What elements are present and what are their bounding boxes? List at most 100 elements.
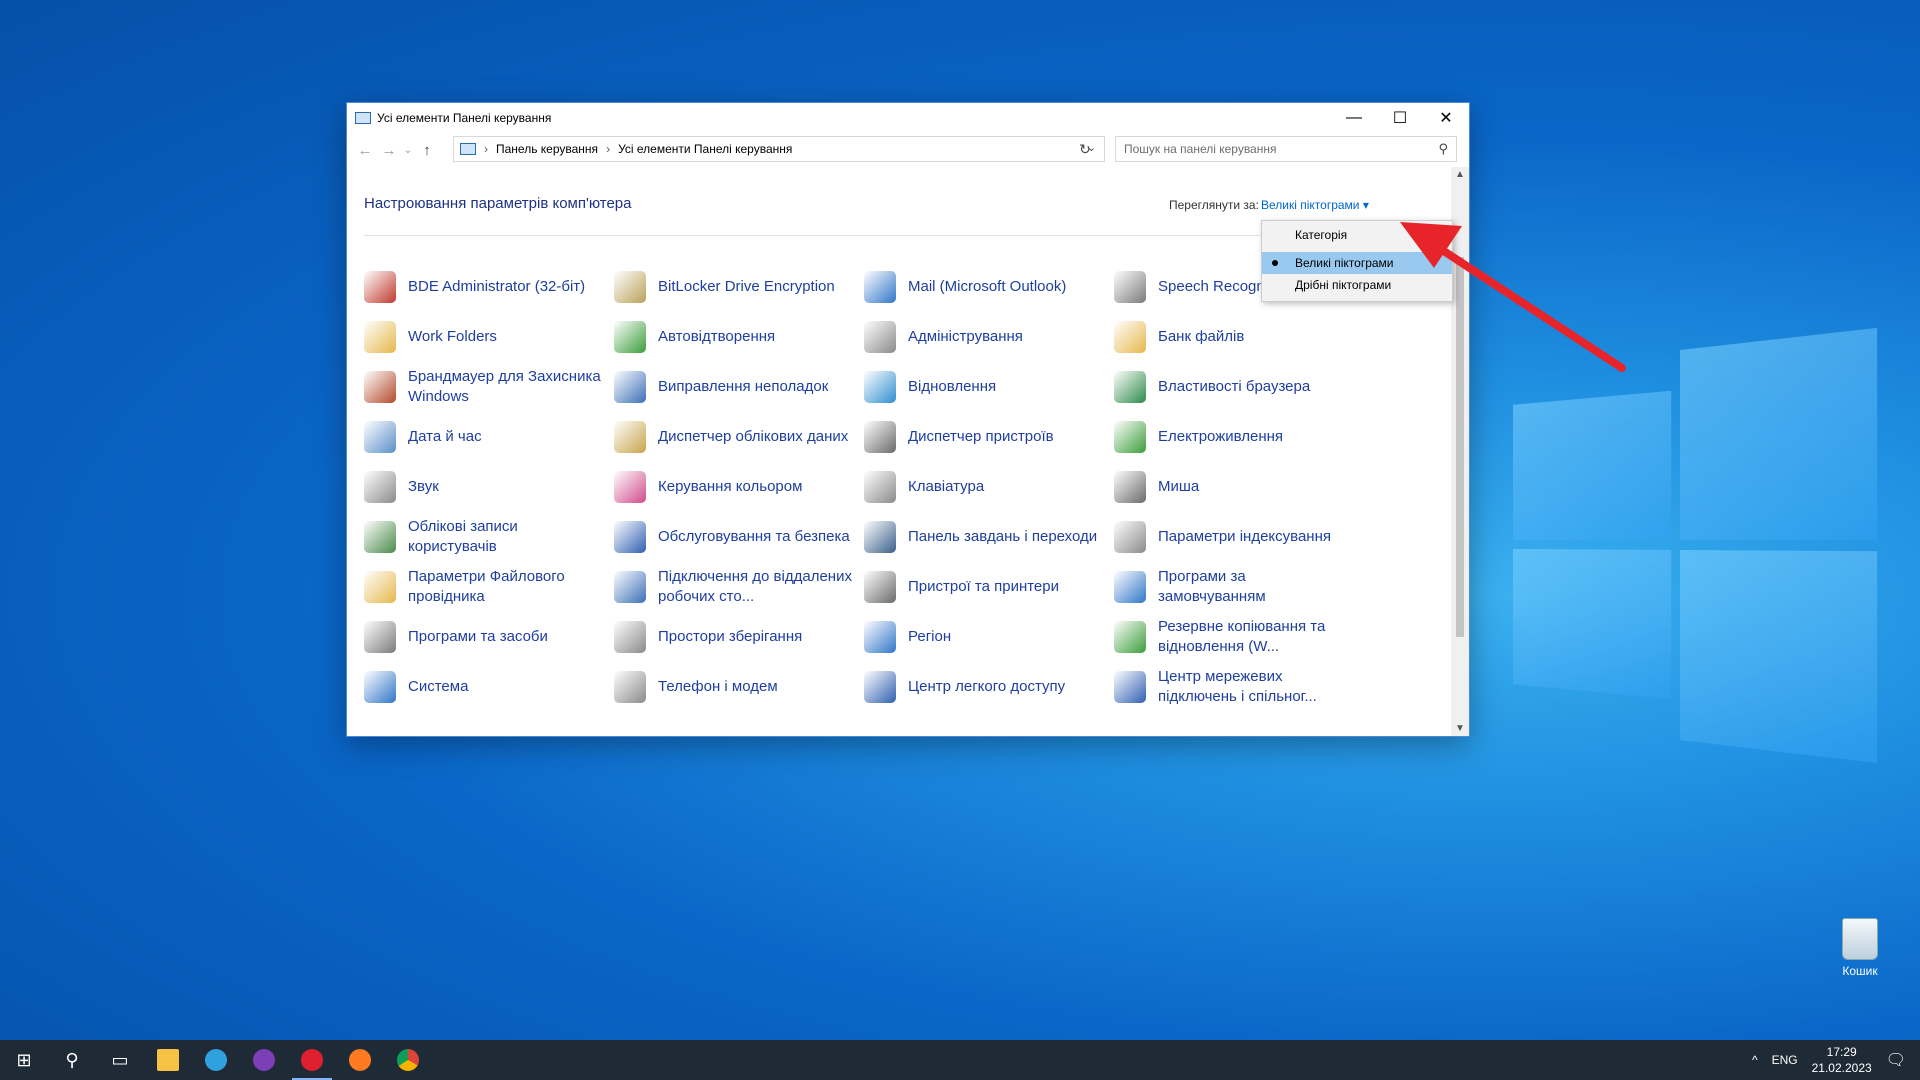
- item-label: Електроживлення: [1158, 427, 1283, 447]
- title-bar: Усі елементи Панелі керування — ☐ ✕: [347, 103, 1469, 133]
- view-by-label: Переглянути за:: [1169, 198, 1259, 212]
- control-panel-item[interactable]: Система: [364, 665, 604, 709]
- maximize-button[interactable]: ☐: [1377, 103, 1423, 133]
- recent-locations-chevron-icon[interactable]: ⌄: [401, 145, 415, 156]
- folder-icon: [364, 321, 396, 353]
- control-panel-item[interactable]: Банк файлів: [1114, 315, 1354, 359]
- control-panel-item[interactable]: Дата й час: [364, 415, 604, 459]
- control-panel-item[interactable]: Панель завдань і переходи: [864, 515, 1104, 559]
- address-bar[interactable]: › Панель керування › Усі елементи Панелі…: [453, 136, 1105, 162]
- control-panel-item[interactable]: Підключення до віддалених робочих сто...: [614, 565, 854, 609]
- back-arrow-icon[interactable]: ←: [353, 142, 377, 159]
- breadcrumb-control-panel[interactable]: Панель керування: [496, 142, 598, 156]
- control-panel-small-icon: [460, 143, 476, 155]
- firefox-browser-icon[interactable]: [336, 1040, 384, 1080]
- item-label: Система: [408, 677, 468, 697]
- control-panel-item[interactable]: Електроживлення: [1114, 415, 1354, 459]
- navigation-bar: ← → ⌄ ↑ › Панель керування › Усі елемент…: [347, 133, 1469, 167]
- control-panel-item[interactable]: Телефон і модем: [614, 665, 854, 709]
- taskbar-icon: [864, 521, 896, 553]
- internet-options-icon: [1114, 371, 1146, 403]
- item-label: Програми та засоби: [408, 627, 548, 647]
- refresh-icon[interactable]: ↻: [1069, 136, 1101, 162]
- clock[interactable]: 17:29 21.02.2023: [1812, 1044, 1872, 1076]
- chrome-browser-icon[interactable]: [384, 1040, 432, 1080]
- control-panel-item[interactable]: Центр легкого доступу: [864, 665, 1104, 709]
- chevron-up-icon[interactable]: ^: [1752, 1053, 1758, 1067]
- recycle-bin-label: Кошик: [1835, 964, 1885, 978]
- control-panel-item[interactable]: Диспетчер пристроїв: [864, 415, 1104, 459]
- item-label: Панель завдань і переходи: [908, 527, 1097, 547]
- control-panel-item[interactable]: Параметри індексування: [1114, 515, 1354, 559]
- control-panel-item[interactable]: Адміністрування: [864, 315, 1104, 359]
- control-panel-item[interactable]: Програми за замовчуванням: [1114, 565, 1354, 609]
- item-label: Облікові записи користувачів: [408, 517, 604, 557]
- item-label: Параметри Файлового провідника: [408, 567, 604, 607]
- edge-browser-icon[interactable]: [192, 1040, 240, 1080]
- opera-browser-icon[interactable]: [288, 1040, 336, 1080]
- search-icon[interactable]: ⚲: [1438, 141, 1448, 157]
- control-panel-item[interactable]: Регіон: [864, 615, 1104, 659]
- control-panel-item[interactable]: Облікові записи користувачів: [364, 515, 604, 559]
- forward-arrow-icon[interactable]: →: [377, 142, 401, 159]
- scroll-up-icon[interactable]: ▲: [1455, 169, 1465, 180]
- item-label: Відновлення: [908, 377, 996, 397]
- control-panel-icon: [355, 112, 371, 124]
- task-view-icon[interactable]: ▭: [96, 1040, 144, 1080]
- item-label: Банк файлів: [1158, 327, 1244, 347]
- scroll-down-icon[interactable]: ▼: [1455, 723, 1465, 734]
- control-panel-item[interactable]: Властивості браузера: [1114, 365, 1354, 409]
- clock-time: 17:29: [1812, 1044, 1872, 1060]
- breadcrumb-all-items[interactable]: Усі елементи Панелі керування: [618, 142, 792, 156]
- control-panel-item[interactable]: Клавіатура: [864, 465, 1104, 509]
- users-icon: [364, 521, 396, 553]
- control-panel-item[interactable]: Виправлення неполадок: [614, 365, 854, 409]
- control-panel-item[interactable]: Mail (Microsoft Outlook): [864, 265, 1104, 309]
- search-icon[interactable]: ⚲: [48, 1040, 96, 1080]
- flag-icon: [614, 521, 646, 553]
- item-label: Дата й час: [408, 427, 482, 447]
- start-windows-icon[interactable]: ⊞: [0, 1040, 48, 1080]
- control-panel-item[interactable]: Диспетчер облікових даних: [614, 415, 854, 459]
- file-explorer-icon[interactable]: [144, 1040, 192, 1080]
- language-indicator[interactable]: ENG: [1772, 1053, 1798, 1067]
- view-by-dropdown[interactable]: Великі піктограми ▾: [1261, 198, 1369, 212]
- minimize-button[interactable]: —: [1331, 103, 1377, 133]
- control-panel-item[interactable]: Керування кольором: [614, 465, 854, 509]
- credential-folder-icon: [1114, 321, 1146, 353]
- item-label: Адміністрування: [908, 327, 1023, 347]
- control-panel-item[interactable]: Брандмауер для Захисника Windows: [364, 365, 604, 409]
- recycle-bin[interactable]: Кошик: [1835, 918, 1885, 978]
- control-panel-item[interactable]: Миша: [1114, 465, 1354, 509]
- control-panel-item[interactable]: Автовідтворення: [614, 315, 854, 359]
- control-panel-item[interactable]: Програми та засоби: [364, 615, 604, 659]
- item-label: Обслуговування та безпека: [658, 527, 850, 547]
- item-label: Центр легкого доступу: [908, 677, 1065, 697]
- tor-browser-icon[interactable]: [240, 1040, 288, 1080]
- microphone-icon: [1114, 271, 1146, 303]
- control-panel-item[interactable]: BDE Administrator (32-біт): [364, 265, 604, 309]
- control-panel-item[interactable]: Звук: [364, 465, 604, 509]
- mouse-icon: [1114, 471, 1146, 503]
- item-label: Простори зберігання: [658, 627, 802, 647]
- control-panel-item[interactable]: Параметри Файлового провідника: [364, 565, 604, 609]
- search-input[interactable]: Пошук на панелі керування ⚲: [1115, 136, 1457, 162]
- bde-icon: [364, 271, 396, 303]
- control-panel-item[interactable]: Пристрої та принтери: [864, 565, 1104, 609]
- notifications-icon[interactable]: 🗨: [1886, 1050, 1906, 1070]
- control-panel-item[interactable]: Обслуговування та безпека: [614, 515, 854, 559]
- control-panel-item[interactable]: Work Folders: [364, 315, 604, 359]
- device-manager-icon: [864, 421, 896, 453]
- up-arrow-icon[interactable]: ↑: [415, 142, 439, 159]
- control-panel-item[interactable]: Відновлення: [864, 365, 1104, 409]
- item-label: Виправлення неполадок: [658, 377, 828, 397]
- close-button[interactable]: ✕: [1423, 103, 1469, 133]
- control-panel-item[interactable]: Центр мережевих підключень і спільног...: [1114, 665, 1354, 709]
- item-label: Регіон: [908, 627, 951, 647]
- search-placeholder: Пошук на панелі керування: [1124, 142, 1276, 156]
- page-title: Настроювання параметрів комп'ютера: [364, 195, 632, 212]
- globe-clock-icon: [864, 621, 896, 653]
- control-panel-item[interactable]: Резервне копіювання та відновлення (W...: [1114, 615, 1354, 659]
- control-panel-item[interactable]: BitLocker Drive Encryption: [614, 265, 854, 309]
- control-panel-item[interactable]: Простори зберігання: [614, 615, 854, 659]
